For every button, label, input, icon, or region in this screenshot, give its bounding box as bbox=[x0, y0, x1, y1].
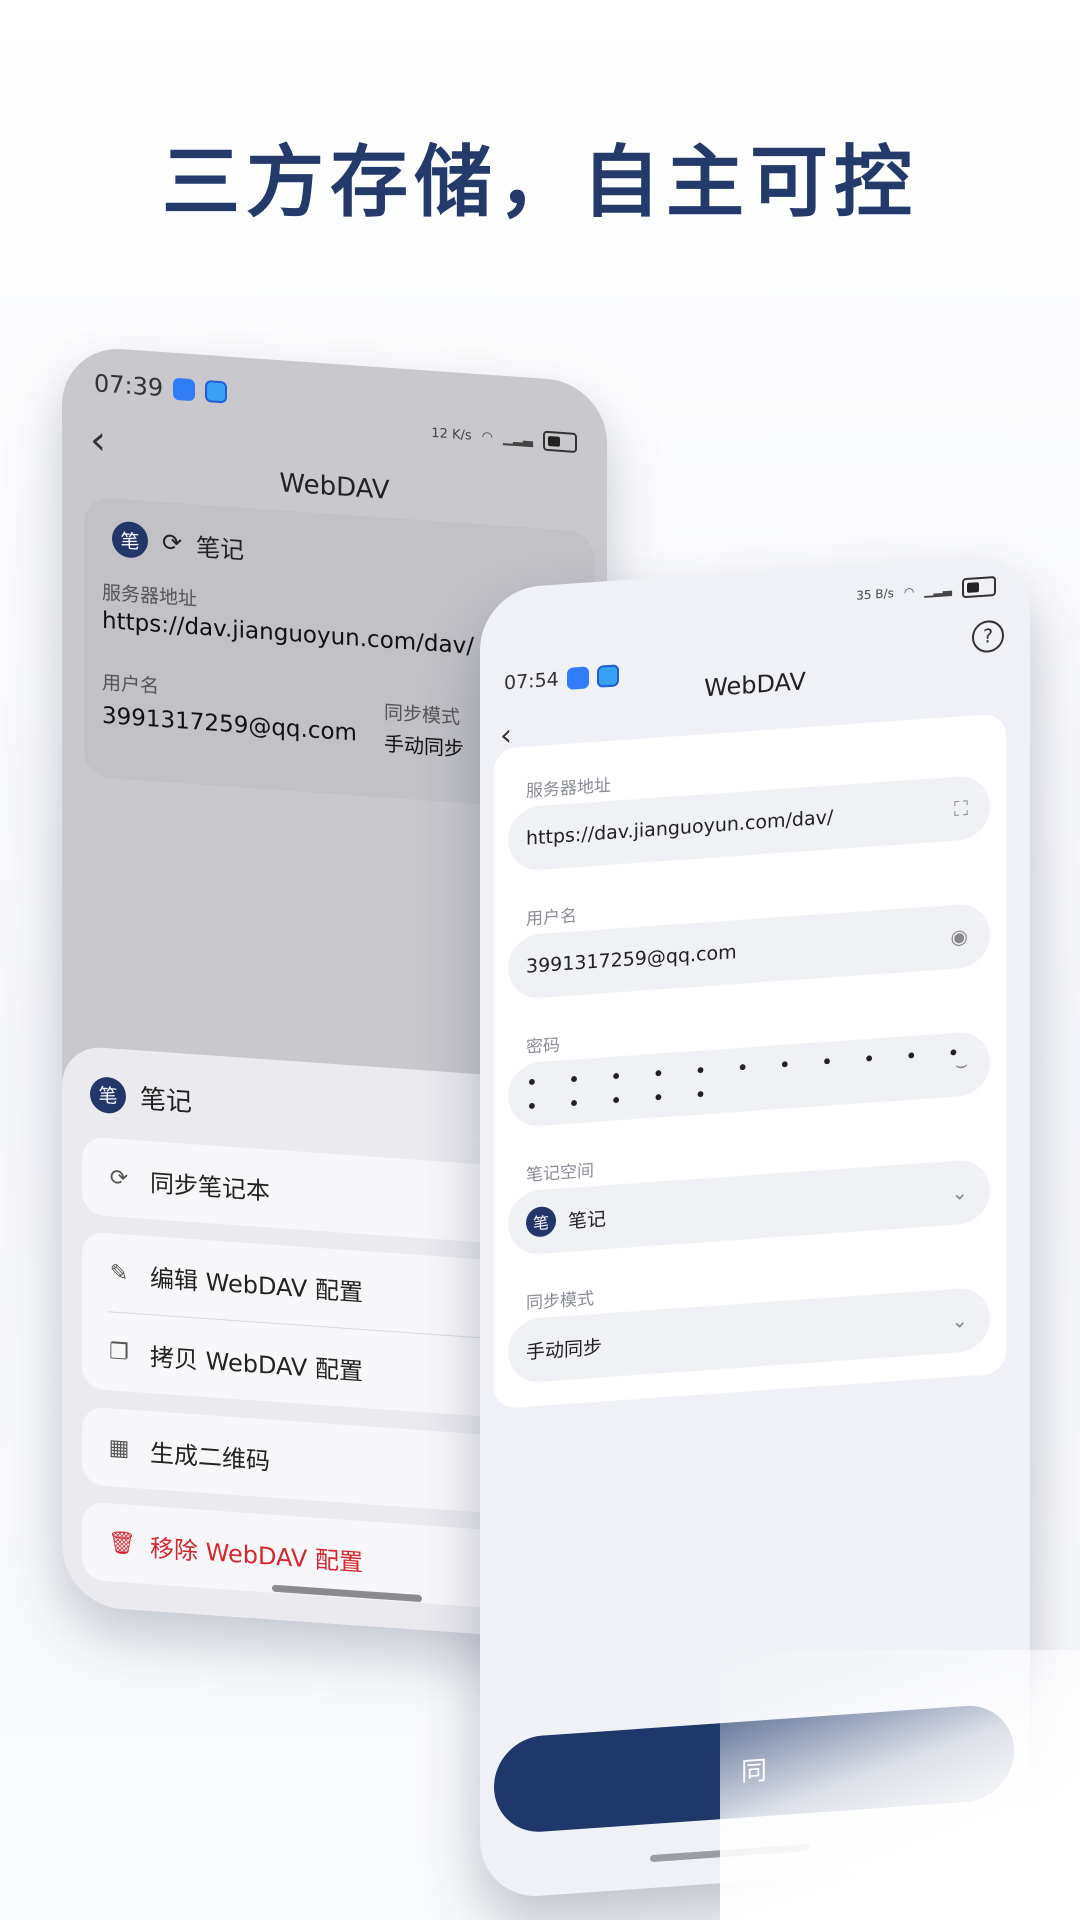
signal-icon: ▁▂▃ bbox=[924, 581, 952, 598]
server-label: 服务器地址 bbox=[102, 581, 198, 611]
user-label: 用户名 bbox=[102, 671, 160, 698]
copy-config-label: 拷贝 WebDAV 配置 bbox=[150, 1342, 363, 1386]
sync-icon: ⟳ bbox=[109, 1164, 129, 1192]
server-value: https://dav.jianguoyun.com/dav/ bbox=[526, 806, 834, 850]
status-bar: 07:39 bbox=[94, 369, 228, 406]
battery-icon bbox=[543, 430, 577, 454]
page-title: WebDAV bbox=[704, 667, 806, 703]
light-glare bbox=[720, 1650, 1080, 1920]
notebook-avatar: 笔 bbox=[526, 1205, 556, 1238]
sync-mode-label: 同步模式 bbox=[384, 701, 461, 729]
copy-icon: ❐ bbox=[109, 1338, 129, 1366]
remove-config-label: 移除 WebDAV 配置 bbox=[150, 1533, 363, 1577]
battery-icon bbox=[962, 575, 996, 599]
system-icons: 35 B/s ◠ ▁▂▃ bbox=[856, 575, 996, 606]
sync-mode-label: 同步模式 bbox=[526, 1289, 594, 1314]
notebook-avatar: 笔 bbox=[90, 1075, 126, 1114]
user-label: 用户名 bbox=[526, 906, 577, 930]
wifi-icon: ◠ bbox=[903, 584, 915, 600]
server-label: 服务器地址 bbox=[526, 775, 611, 802]
sync-notebook-label: 同步笔记本 bbox=[150, 1168, 270, 1206]
scan-icon[interactable]: ⛶ bbox=[954, 796, 968, 821]
signal-icon: ▁▂▃ bbox=[503, 430, 533, 448]
username-input[interactable]: 3991317259@qq.com ◉ bbox=[508, 902, 990, 1001]
password-label: 密码 bbox=[526, 1035, 560, 1058]
generate-qr-label: 生成二维码 bbox=[150, 1438, 270, 1476]
help-icon[interactable]: ? bbox=[972, 619, 1004, 654]
action-sheet-title: 笔记 bbox=[140, 1084, 193, 1119]
qr-code-icon: ▦ bbox=[108, 1434, 130, 1462]
sync-icon: ⟳ bbox=[162, 527, 183, 558]
eye-closed-icon[interactable]: ⌣ bbox=[955, 1052, 968, 1077]
webdav-form: 服务器地址 https://dav.jianguoyun.com/dav/ ⛶ … bbox=[494, 713, 1006, 1410]
status-time: 07:39 bbox=[94, 369, 164, 403]
net-speed: 12 K/s bbox=[431, 425, 472, 444]
password-value: • • • • • • • • • • • • • • • • bbox=[526, 1039, 972, 1119]
notebook-avatar: 笔 bbox=[112, 520, 148, 560]
space-label: 笔记空间 bbox=[526, 1161, 594, 1186]
edit-config-label: 编辑 WebDAV 配置 bbox=[150, 1263, 363, 1307]
password-input[interactable]: • • • • • • • • • • • • • • • • ⌣ bbox=[508, 1030, 990, 1129]
pencil-icon: ✎ bbox=[109, 1259, 129, 1287]
sync-mode-value: 手动同步 bbox=[384, 731, 464, 762]
wifi-icon: ◠ bbox=[481, 428, 493, 445]
eye-icon[interactable]: ◉ bbox=[951, 924, 968, 949]
user-value: 3991317259@qq.com bbox=[526, 941, 737, 978]
app-notification-icon bbox=[173, 377, 196, 402]
net-speed: 35 B/s bbox=[856, 586, 894, 603]
trash-icon: 🗑 bbox=[108, 1529, 136, 1557]
system-icons: 12 K/s ◠ ▁▂▃ bbox=[431, 423, 577, 454]
space-name: 笔记 bbox=[196, 532, 245, 565]
headline: 三方存储，自主可控 bbox=[161, 138, 918, 228]
user-value: 3991317259@qq.com bbox=[102, 702, 357, 747]
space-value: 笔记 bbox=[568, 1207, 607, 1233]
server-value: https://dav.jianguoyun.com/dav/ bbox=[102, 607, 474, 660]
sync-mode-value: 手动同步 bbox=[526, 1335, 603, 1364]
chevron-down-icon[interactable]: ⌄ bbox=[951, 1180, 968, 1205]
chevron-down-icon[interactable]: ⌄ bbox=[951, 1308, 968, 1333]
app-notification-icon-2 bbox=[205, 380, 228, 404]
